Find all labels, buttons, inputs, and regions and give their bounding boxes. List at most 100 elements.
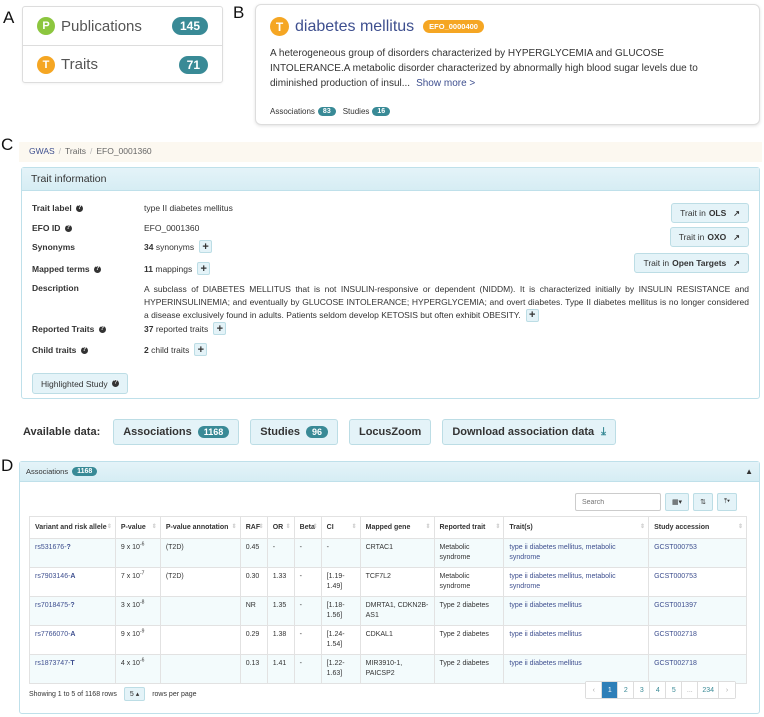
- expand-synonyms-button[interactable]: +: [199, 240, 213, 253]
- highlighted-study-button[interactable]: Highlighted Study ?: [32, 373, 129, 394]
- studies-button[interactable]: Studies 96: [250, 419, 338, 445]
- expand-mapped-terms-button[interactable]: +: [197, 262, 211, 275]
- traits-cell[interactable]: type ii diabetes mellitus, metabolic syn…: [503, 538, 649, 568]
- variant-link[interactable]: rs531676-?: [35, 544, 71, 551]
- traits-cell[interactable]: type ii diabetes mellitus: [503, 625, 649, 655]
- trait-in-open-targets-button[interactable]: Trait in Open Targets ↗: [634, 253, 749, 273]
- trait-link[interactable]: type ii diabetes mellitus: [509, 660, 581, 667]
- expand-child-traits-button[interactable]: +: [194, 343, 208, 356]
- synonyms-count: 34: [144, 241, 154, 252]
- column-header[interactable]: OR ⇕: [266, 516, 295, 539]
- variant-cell[interactable]: rs531676-?: [29, 538, 116, 568]
- page-size-value: 5: [129, 690, 134, 698]
- mapped-gene-cell: CRTAC1: [359, 538, 434, 568]
- breadcrumb-traits[interactable]: Traits: [65, 146, 86, 156]
- variant-link[interactable]: rs7903146-A: [35, 573, 75, 580]
- variant-cell[interactable]: rs7766070-A: [29, 625, 116, 655]
- variant-cell[interactable]: rs7018475-?: [29, 596, 116, 626]
- page-button[interactable]: 3: [634, 682, 651, 698]
- ci-cell: [1.24-1.54]: [320, 625, 361, 655]
- p-value-cell: 7 x 10-7: [114, 567, 161, 597]
- chevron-up-icon[interactable]: ▲: [745, 467, 753, 476]
- variant-link[interactable]: rs7766070-A: [35, 631, 75, 638]
- sort-button[interactable]: ⇅: [693, 493, 713, 511]
- variant-cell[interactable]: rs7903146-A: [29, 567, 116, 597]
- export-button[interactable]: ⤒▾: [716, 493, 737, 511]
- study-accession-link[interactable]: GCST002718: [654, 660, 697, 667]
- expand-description-button[interactable]: +: [525, 309, 539, 323]
- traits-cell[interactable]: type ii diabetes mellitus, metabolic syn…: [503, 567, 649, 597]
- traits-cell[interactable]: type ii diabetes mellitus: [503, 654, 649, 684]
- study-accession-cell[interactable]: GCST000753: [648, 538, 747, 568]
- column-header[interactable]: Trait(s) ⇕: [503, 516, 649, 539]
- study-accession-cell[interactable]: GCST002718: [648, 625, 747, 655]
- trait-link[interactable]: type ii diabetes mellitus, metabolic syn…: [509, 544, 615, 561]
- help-icon[interactable]: ?: [76, 205, 84, 213]
- help-icon[interactable]: ?: [80, 346, 88, 354]
- trait-in-oxo-button[interactable]: Trait in OXO ↗: [669, 227, 749, 247]
- column-header[interactable]: P-value ⇕: [114, 516, 161, 539]
- efo-badge: EFO_0000400: [423, 20, 484, 33]
- caret-up-icon: ▴: [135, 691, 140, 698]
- expand-reported-traits-button[interactable]: +: [213, 322, 227, 335]
- trait-in-ols-button[interactable]: Trait in OLS ↗: [671, 203, 749, 223]
- page-button[interactable]: 234: [698, 682, 719, 698]
- column-header[interactable]: P-value annotation ⇕: [159, 516, 241, 539]
- variant-cell[interactable]: rs1873747-T: [29, 654, 116, 684]
- column-header[interactable]: Reported trait ⇕: [433, 516, 504, 539]
- locuszoom-button[interactable]: LocusZoom: [348, 419, 432, 445]
- trait-link[interactable]: type ii diabetes mellitus, metabolic syn…: [509, 573, 615, 590]
- page-button[interactable]: 4: [650, 682, 667, 698]
- traits-cell[interactable]: type ii diabetes mellitus: [503, 596, 649, 626]
- column-header[interactable]: Study accession ⇕: [648, 516, 747, 539]
- variant-link[interactable]: rs7018475-?: [35, 602, 75, 609]
- help-icon[interactable]: ?: [98, 325, 106, 333]
- column-header[interactable]: Mapped gene ⇕: [359, 516, 434, 539]
- study-accession-cell[interactable]: GCST002718: [648, 654, 747, 684]
- study-accession-link[interactable]: GCST002718: [654, 631, 697, 638]
- trait-card-title[interactable]: diabetes mellitus: [295, 18, 414, 36]
- breadcrumb-gwas[interactable]: GWAS: [29, 146, 55, 156]
- show-more-link[interactable]: Show more >: [416, 78, 475, 89]
- raf-cell: 0.13: [239, 654, 268, 684]
- child-traits-count: 2: [144, 344, 149, 355]
- mapped-gene-cell: DMRTA1, CDKN2B-AS1: [359, 596, 434, 626]
- column-header[interactable]: CI ⇕: [320, 516, 361, 539]
- help-icon[interactable]: ?: [64, 225, 72, 233]
- page-button[interactable]: 5: [666, 682, 683, 698]
- traits-item[interactable]: T Traits 71: [23, 45, 222, 83]
- associations-button[interactable]: Associations 1168: [113, 419, 240, 445]
- reported-trait-cell: Type 2 diabetes: [433, 625, 504, 655]
- mapped-terms-row: Mapped terms ? 11 mappings +: [32, 262, 211, 275]
- variant-link[interactable]: rs1873747-T: [35, 660, 75, 667]
- columns-toggle-button[interactable]: ▦▾: [664, 493, 690, 511]
- button-prefix: Trait in: [678, 232, 705, 242]
- trait-link[interactable]: type ii diabetes mellitus: [509, 631, 581, 638]
- description-text: A heterogeneous group of disorders chara…: [270, 48, 698, 89]
- page-size-dropdown[interactable]: 5 ▴: [123, 687, 146, 701]
- help-icon[interactable]: ?: [94, 265, 101, 273]
- publications-item[interactable]: P Publications 145: [23, 7, 222, 45]
- search-input[interactable]: [574, 493, 661, 511]
- sort-arrows-icon: ⇕: [151, 524, 157, 530]
- study-accession-link[interactable]: GCST000753: [654, 573, 697, 580]
- mapped-gene-cell: CDKAL1: [359, 625, 434, 655]
- study-accession-cell[interactable]: GCST000753: [648, 567, 747, 597]
- study-accession-link[interactable]: GCST000753: [654, 544, 697, 551]
- study-accession-link[interactable]: GCST001397: [654, 602, 697, 609]
- next-page-button[interactable]: ›: [719, 682, 735, 698]
- breadcrumb-separator: /: [89, 146, 93, 156]
- associations-panel-heading[interactable]: Associations 1168 ▲: [20, 462, 759, 482]
- study-accession-cell[interactable]: GCST001397: [648, 596, 747, 626]
- column-header[interactable]: RAF ⇕: [239, 516, 268, 539]
- help-icon: ?: [112, 380, 120, 387]
- column-header[interactable]: Beta ⇕: [293, 516, 322, 539]
- page-button[interactable]: 1: [602, 682, 619, 698]
- download-association-data-button[interactable]: Download association data ⤓: [442, 419, 617, 445]
- column-header[interactable]: Variant and risk allele ⇕: [29, 516, 116, 539]
- publications-count: 145: [171, 17, 208, 35]
- trait-link[interactable]: type ii diabetes mellitus: [509, 602, 581, 609]
- previous-page-button[interactable]: ‹: [586, 682, 603, 698]
- associations-button-count: 1168: [197, 426, 230, 438]
- page-button[interactable]: 2: [618, 682, 635, 698]
